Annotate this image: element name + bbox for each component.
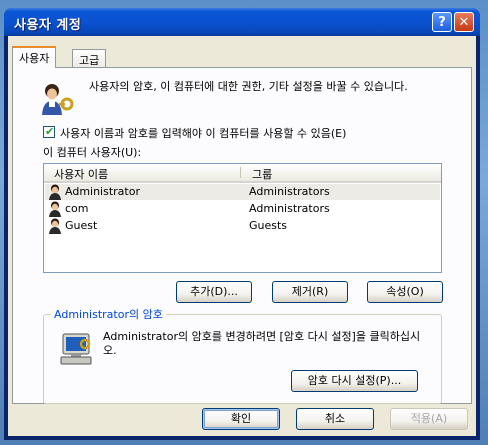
- user-icon: [49, 218, 61, 234]
- check-icon: ✔: [45, 125, 55, 138]
- tab-users[interactable]: 사용자: [12, 46, 57, 68]
- user-name: Guest: [65, 219, 98, 232]
- help-button[interactable]: ?: [432, 12, 452, 32]
- close-button[interactable]: ✕: [454, 12, 474, 32]
- user-icon: [49, 184, 61, 200]
- column-header-group[interactable]: 그룹: [252, 166, 272, 182]
- user-group: Guests: [249, 219, 288, 232]
- users-description: 사용자의 암호, 이 컴퓨터에 대한 권한, 기타 설정을 바꿀 수 있습니다.: [89, 80, 408, 93]
- column-header-username[interactable]: 사용자 이름: [54, 166, 108, 182]
- ok-button[interactable]: 확인: [202, 408, 280, 430]
- list-header: 사용자 이름 그룹: [44, 164, 441, 183]
- tab-advanced[interactable]: 고급: [72, 49, 107, 67]
- reset-password-button[interactable]: 암호 다시 설정(P)...: [291, 370, 418, 392]
- password-group-title: Administrator의 암호: [51, 306, 166, 322]
- user-group: Administrators: [249, 202, 330, 215]
- users-tab-panel: 사용자의 암호, 이 컴퓨터에 대한 권한, 기타 설정을 바꿀 수 있습니다.…: [12, 67, 472, 404]
- user-row-com[interactable]: com Administrators: [45, 201, 440, 217]
- window-title: 사용자 계정: [14, 18, 82, 33]
- user-name: Administrator: [65, 185, 140, 198]
- user-accounts-window: 사용자 계정 ? ✕ 사용자 고급 사용자의 암호, 이 컴퓨터에 대한 권한,…: [4, 8, 480, 440]
- user-name: com: [65, 202, 89, 215]
- title-bar[interactable]: 사용자 계정 ? ✕: [4, 8, 480, 36]
- dialog-client: 사용자 고급 사용자의 암호, 이 컴퓨터에 대한 권한, 기타 설정을 바꿀 …: [8, 36, 476, 436]
- properties-button[interactable]: 속성(O): [367, 281, 443, 303]
- cancel-button[interactable]: 취소: [296, 408, 374, 430]
- apply-button[interactable]: 적용(A): [390, 408, 468, 430]
- require-login-label[interactable]: 사용자 이름과 암호를 입력해야 이 컴퓨터를 사용할 수 있음(E): [60, 125, 346, 141]
- password-description: Administrator의 암호를 변경하려면 [암호 다시 설정]을 클릭하…: [103, 330, 421, 357]
- remove-user-button[interactable]: 제거(R): [272, 281, 348, 303]
- add-user-button[interactable]: 추가(D)...: [176, 281, 252, 303]
- column-separator[interactable]: [240, 167, 241, 178]
- require-login-checkbox[interactable]: ✔: [43, 125, 55, 138]
- user-row-administrator[interactable]: Administrator Administrators: [45, 184, 440, 200]
- computer-password-icon: [60, 333, 92, 365]
- user-icon: [49, 201, 61, 217]
- user-row-guest[interactable]: Guest Guests: [45, 218, 440, 234]
- user-key-icon: [42, 84, 74, 115]
- users-list-label: 이 컴퓨터 사용자(U):: [43, 146, 142, 159]
- user-group: Administrators: [249, 185, 330, 198]
- users-listview[interactable]: 사용자 이름 그룹 Administrator Administrators c…: [43, 163, 442, 273]
